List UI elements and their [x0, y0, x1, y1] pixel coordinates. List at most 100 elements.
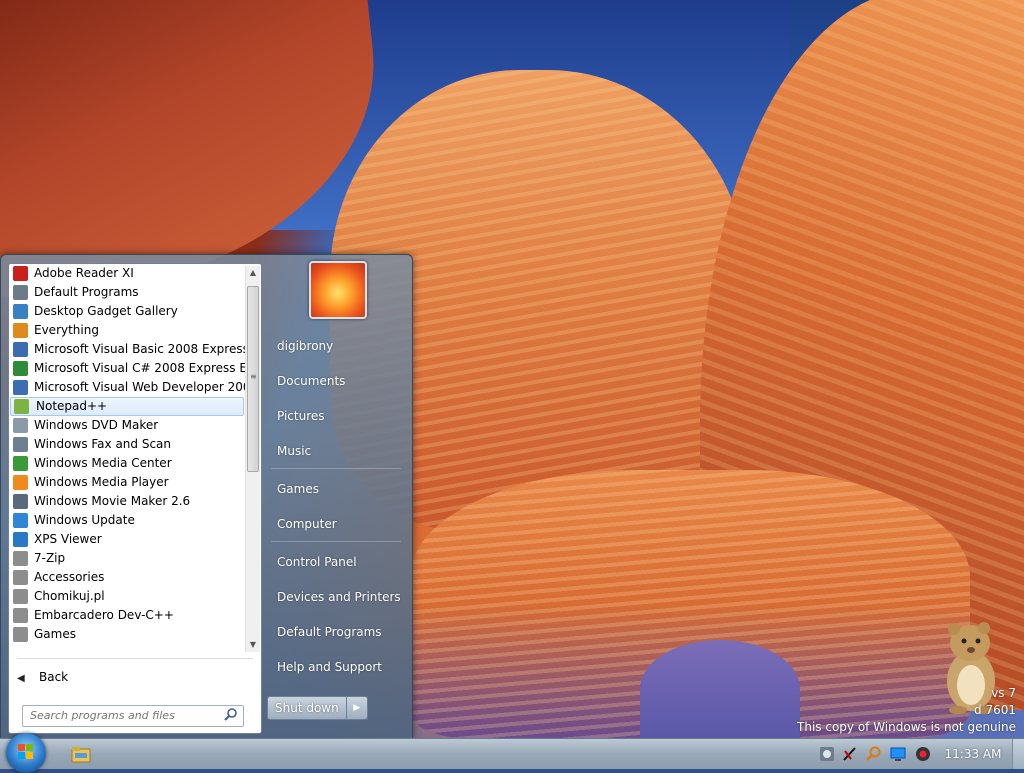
program-item[interactable]: Everything	[9, 321, 245, 340]
media-player-icon	[13, 475, 28, 490]
folder-icon	[13, 551, 28, 566]
program-item[interactable]: Chomikuj.pl	[9, 587, 245, 606]
folder-icon	[13, 570, 28, 585]
program-label: Embarcadero Dev-C++	[34, 608, 174, 622]
program-item[interactable]: Embarcadero Dev-C++	[9, 606, 245, 625]
program-item[interactable]: Notepad++	[10, 397, 244, 416]
program-label: 7-Zip	[34, 551, 66, 565]
monitor-tray-icon[interactable]	[890, 746, 906, 762]
folder-icon	[13, 608, 28, 623]
program-item[interactable]: Microsoft Visual Basic 2008 Express Edit…	[9, 340, 245, 359]
watermark-line-1: vs 7	[991, 686, 1016, 700]
record-tray-icon[interactable]	[915, 746, 931, 762]
program-item[interactable]: Accessories	[9, 568, 245, 587]
file-explorer-icon[interactable]	[70, 744, 92, 764]
back-arrow-icon: ◀	[17, 673, 25, 684]
program-item[interactable]: Games	[9, 625, 245, 644]
programs-pane: Adobe Reader XI Default Programs Desktop G…	[8, 263, 262, 734]
program-label: Notepad++	[36, 399, 108, 413]
notepad-plus-plus-icon	[14, 399, 29, 414]
program-item[interactable]: Microsoft Visual Web Developer 2008 Ex	[9, 378, 245, 397]
help-support-link[interactable]: Help and Support	[268, 652, 402, 682]
games-link[interactable]: Games	[268, 474, 402, 504]
back-button[interactable]: ◀ Back	[17, 666, 68, 688]
program-item[interactable]: XPS Viewer	[9, 530, 245, 549]
watermark-genuine-notice: This copy of Windows is not genuine	[797, 720, 1016, 734]
windows-watermark: vs 7 d 7601 This copy of Windows is not …	[797, 685, 1016, 736]
windows-update-icon	[13, 513, 28, 528]
program-label: Microsoft Visual Web Developer 2008 Ex	[34, 380, 245, 394]
show-desktop-button[interactable]	[1012, 739, 1024, 769]
fax-scan-icon	[13, 437, 28, 452]
adobe-reader-icon	[13, 266, 28, 281]
program-item[interactable]: Windows Media Center	[9, 454, 245, 473]
start-button[interactable]	[6, 733, 46, 773]
program-item[interactable]: Default Programs	[9, 283, 245, 302]
program-label: Windows Fax and Scan	[34, 437, 172, 451]
search-input[interactable]	[23, 706, 220, 724]
computer-link[interactable]: Computer	[268, 509, 402, 539]
visual-csharp-icon	[13, 361, 28, 376]
folder-icon	[13, 589, 28, 604]
programs-divider	[17, 658, 253, 659]
visual-basic-icon	[13, 342, 28, 357]
devices-printers-link[interactable]: Devices and Printers	[268, 582, 402, 612]
program-item[interactable]: Windows DVD Maker	[9, 416, 245, 435]
program-label: Default Programs	[34, 285, 139, 299]
taskbar-clock[interactable]: 11:33 AM	[938, 739, 1008, 769]
documents-link[interactable]: Documents	[268, 366, 402, 396]
program-label: Accessories	[34, 570, 105, 584]
pen-tray-icon[interactable]	[842, 746, 858, 762]
right-pane-separator	[271, 541, 401, 542]
programs-scrollbar[interactable]: ▲ ≡ ▼	[245, 266, 260, 652]
visual-web-developer-icon	[13, 380, 28, 395]
program-label: Chomikuj.pl	[34, 589, 105, 603]
gadget-gallery-icon	[13, 304, 28, 319]
everything-search-icon	[13, 323, 28, 338]
windows-logo-icon	[18, 744, 33, 759]
program-label: Microsoft Visual Basic 2008 Express Edit…	[34, 342, 245, 356]
program-label: XPS Viewer	[34, 532, 102, 546]
dvd-maker-icon	[13, 418, 28, 433]
program-item[interactable]: Adobe Reader XI	[9, 264, 245, 283]
program-item[interactable]: Windows Fax and Scan	[9, 435, 245, 454]
taskbar: 11:33 AM	[0, 733, 1024, 773]
control-panel-link[interactable]: Control Panel	[268, 547, 402, 577]
scroll-thumb[interactable]: ≡	[247, 286, 259, 472]
program-item[interactable]: Desktop Gadget Gallery	[9, 302, 245, 321]
user-account-picture[interactable]	[309, 261, 367, 319]
program-label: Windows DVD Maker	[34, 418, 159, 432]
default-programs-link[interactable]: Default Programs	[268, 617, 402, 647]
start-menu: Adobe Reader XI Default Programs Desktop G…	[0, 254, 413, 740]
pictures-link[interactable]: Pictures	[268, 401, 402, 431]
program-item[interactable]: Windows Media Player	[9, 473, 245, 492]
program-label: Desktop Gadget Gallery	[34, 304, 178, 318]
search-icon[interactable]	[223, 707, 239, 723]
program-item[interactable]: Windows Movie Maker 2.6	[9, 492, 245, 511]
program-item[interactable]: Windows Update	[9, 511, 245, 530]
search-box[interactable]	[22, 705, 244, 727]
shutdown-options-arrow-icon[interactable]: ▶	[345, 697, 367, 719]
program-item[interactable]: 7-Zip	[9, 549, 245, 568]
search-tray-icon[interactable]	[866, 746, 882, 762]
watermark-line-2: d 7601	[974, 703, 1016, 717]
scroll-down-arrow-icon[interactable]: ▼	[246, 638, 260, 652]
gadget-tray-icon[interactable]	[819, 746, 835, 762]
right-pane-separator	[271, 468, 401, 469]
program-label: Everything	[34, 323, 99, 337]
folder-icon	[13, 627, 28, 642]
media-center-icon	[13, 456, 28, 471]
music-link[interactable]: Music	[268, 436, 402, 466]
user-folder-link[interactable]: digibrony	[268, 331, 402, 361]
shutdown-button[interactable]: Shut down	[268, 697, 346, 719]
movie-maker-icon	[13, 494, 28, 509]
back-label: Back	[39, 670, 69, 684]
scroll-up-arrow-icon[interactable]: ▲	[246, 266, 260, 280]
all-programs-list: Adobe Reader XI Default Programs Desktop G…	[9, 264, 245, 652]
default-programs-icon	[13, 285, 28, 300]
program-item[interactable]: Microsoft Visual C# 2008 Express Edition	[9, 359, 245, 378]
xps-viewer-icon	[13, 532, 28, 547]
program-label: Windows Media Center	[34, 456, 172, 470]
program-label: Windows Update	[34, 513, 135, 527]
program-label: Games	[34, 627, 76, 641]
